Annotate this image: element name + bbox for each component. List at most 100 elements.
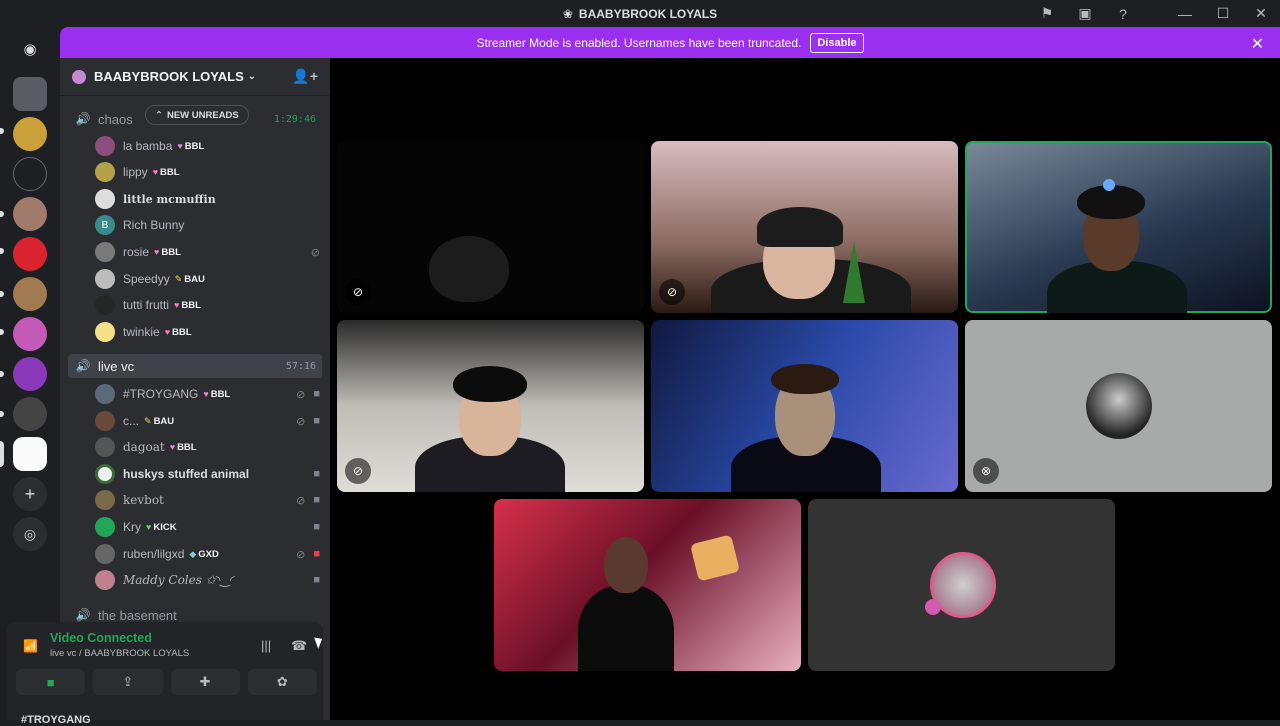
avatar [95,269,115,289]
video-tile-avatar[interactable]: ⊗ [965,320,1272,492]
voice-user[interactable]: lippy ♥ BBL [95,159,320,185]
server-icon [72,69,86,84]
streamer-mode-banner: Streamer Mode is enabled. Usernames have… [60,27,1280,58]
voice-user[interactable]: huskys stuffed animal ■ [95,461,320,487]
disable-button[interactable]: Disable [810,32,864,53]
camera-button[interactable]: ■ [16,669,86,695]
voice-user[interactable]: 𝑀𝑎𝑑𝑑𝑦 𝐶𝑜𝑙𝑒𝑠 ✩◝‿◜ ■ [95,567,320,593]
speaker-icon: 🔊 [75,359,91,373]
speaker-icon: 🔊 [75,112,91,126]
avatar [95,136,115,156]
explore-icon[interactable]: ◎ [13,517,47,551]
camera-icon: ■ [313,414,320,427]
signal-icon: 📶 [23,639,38,653]
chevron-up-icon: ⌃ [155,109,163,121]
voice-user[interactable]: little mcmuffin [95,186,320,212]
video-tile[interactable]: ⊘ [337,141,644,313]
camera-icon: ■ [313,521,320,533]
avatar [95,464,115,484]
avatar [95,437,115,457]
flag-icon[interactable]: ⚑ [1028,0,1066,27]
maximize-icon[interactable]: ☐ [1204,0,1242,27]
server-icon[interactable] [13,237,47,271]
camera-icon: ■ [313,468,320,480]
close-icon[interactable]: ✕ [1242,0,1280,27]
video-tile[interactable] [494,499,801,671]
video-tile[interactable] [651,320,958,492]
avatar [95,384,115,404]
voice-user[interactable]: c... ✎ BAU ⊘ ■ [95,408,320,434]
server-icon-active[interactable] [13,437,47,471]
speaker-icon: 🔊 [75,608,91,622]
server-icon[interactable] [13,397,47,431]
avatar [95,242,115,262]
window-title: ❀ BAABYBROOK LOYALS [562,6,718,21]
voice-user[interactable]: ruben/lilgxd ◆ GXD ⊘ ■ [95,541,320,567]
share-screen-button[interactable]: ⇪ [93,669,163,695]
server-icon[interactable] [13,197,47,231]
new-unreads-button[interactable]: ⌃ NEW UNREADS [145,105,249,125]
avatar [95,544,115,564]
help-icon[interactable]: ? [1104,0,1142,27]
camera-off-icon: ■ [313,547,320,560]
voice-user[interactable]: twinkie ♥ BBL [95,319,320,345]
mic-off-icon: ⊘ [345,458,371,484]
server-icon[interactable] [13,317,47,351]
voice-user[interactable]: #TROYGANG ♥ BBL ⊘ ■ [95,381,320,407]
voice-user[interactable]: kevbot ⊘ ■ [95,487,320,513]
avatar [95,322,115,342]
add-member-icon[interactable]: 👤+ [292,68,318,85]
activity-button[interactable]: ✚ [170,669,240,695]
add-server-icon[interactable]: + [13,477,47,511]
voice-user[interactable]: tutti frutti ♥ BBL [95,292,320,318]
server-icon[interactable] [13,117,47,151]
avatar [95,570,115,590]
voice-connection-panel: 📶 Video Connected live vc / BAABYBROOK L… [7,622,323,726]
voice-user[interactable]: Kry ♥ KICK ■ [95,514,320,540]
video-tile[interactable]: ⊘ [651,141,958,313]
avatar [95,189,115,209]
avatar [95,517,115,537]
camera-icon: ■ [313,574,320,586]
video-tile-speaking[interactable] [965,141,1272,313]
close-icon[interactable]: ✕ [1251,34,1264,54]
server-icon[interactable] [13,357,47,391]
camera-icon: ■ [313,493,320,506]
video-tile[interactable]: ⊘ [337,320,644,492]
mic-off-icon: ⊘ [659,279,685,305]
channel-live-vc[interactable]: 🔊 live vc 57:16 [68,354,322,378]
voice-user[interactable]: la bamba ♥ BBL [95,133,320,159]
discord-logo-icon[interactable]: ◉ [13,32,47,66]
server-icon[interactable] [13,157,47,191]
disconnect-icon[interactable]: ☎ [291,638,307,654]
minimize-icon[interactable]: — [1166,0,1204,27]
title-bar: ❀ BAABYBROOK LOYALS ⚑ ▣ ? — ☐ ✕ [0,0,1280,27]
video-grid: ⊘ ⊘ ⊘ ⊗ [330,58,1280,720]
share-screen-icon: ⇪ [122,674,134,689]
avatar [95,411,115,431]
deafened-icon: ⊗ [973,458,999,484]
chevron-down-icon: ⌄ [247,71,257,82]
mic-off-icon: ⊘ [296,415,306,428]
avatar: B [95,215,115,235]
server-icon[interactable] [13,277,47,311]
noise-suppression-icon[interactable]: ||| [261,638,271,653]
mic-off-icon: ⊘ [310,246,320,259]
voice-user[interactable]: rosie ♥ BBL ⊘ [95,239,320,265]
server-icon[interactable] [13,77,47,111]
avatar [95,162,115,182]
camera-icon: ■ [46,674,55,690]
server-header[interactable]: BAABYBROOK LOYALS ⌄ 👤+ [60,58,330,96]
soundboard-button[interactable]: ✿ [247,669,317,695]
mic-off-icon: ⊘ [296,494,306,507]
screen-icon[interactable]: ▣ [1066,0,1104,27]
video-tile-avatar[interactable] [808,499,1115,671]
activity-icon: ✚ [199,674,211,689]
voice-user[interactable]: Speedyy ✎ BAU [95,266,320,292]
voice-user[interactable]: dagoat ♥ BBL [95,434,320,460]
voice-user[interactable]: B Rich Bunny [95,212,320,238]
mic-off-icon: ⊘ [296,388,306,401]
soundboard-icon: ✿ [276,674,288,689]
camera-icon: ■ [313,387,320,400]
deafened-icon: ⊘ [296,548,306,561]
